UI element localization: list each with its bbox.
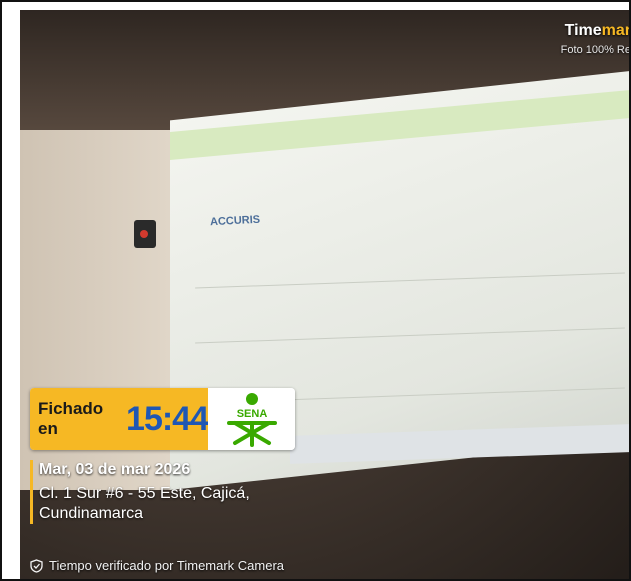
sena-logo-icon: SENA: [226, 393, 277, 447]
sena-logo-text: SENA: [236, 408, 267, 420]
watermark-brand-part2: mar: [601, 22, 631, 39]
watermark-subtitle: Foto 100% Re: [560, 44, 631, 56]
date-label: Mar, 03 de mar 2026: [39, 461, 191, 478]
watermark-brand-part1: Time: [564, 22, 602, 39]
address-label: Cl. 1 Sur #6 - 55 Este, Cajicá, Cundinam…: [39, 485, 250, 522]
verification-text: Tiempo verificado por Timemark Camera: [49, 558, 285, 573]
photo-frame: ACCURIS Timemar Foto 100% Re Fichado en …: [0, 0, 631, 581]
location-info: Mar, 03 de mar 2026 Cl. 1 Sur #6 - 55 Es…: [30, 460, 319, 524]
shield-check-icon: [30, 558, 43, 573]
wall-speaker: [134, 220, 156, 248]
verification-note: Tiempo verificado por Timemark Camera: [30, 558, 284, 573]
time-stamp-badge: Fichado en 15:44 SENA: [30, 388, 295, 450]
sena-logo: SENA: [208, 388, 295, 450]
watermark-brand: Timemar: [564, 22, 631, 40]
stamp-label: Fichado en: [38, 399, 104, 438]
stamp-left: Fichado en 15:44: [30, 388, 209, 450]
stamp-time: 15:44: [126, 399, 209, 438]
